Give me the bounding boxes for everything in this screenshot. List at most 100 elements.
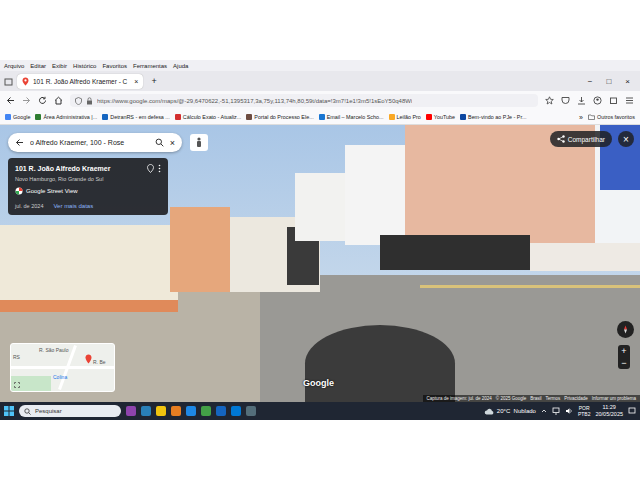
taskbar-app-icon[interactable] (156, 406, 166, 416)
zoom-controls: +− (618, 345, 630, 369)
menu-item[interactable]: Histórico (73, 63, 96, 69)
url-text[interactable]: https://www.google.com/maps/@-29,6470622… (97, 98, 412, 104)
lock-icon (86, 97, 93, 105)
taskbar-search[interactable]: Pesquisar (19, 405, 121, 417)
expand-icon (14, 382, 20, 388)
notifications-icon (628, 407, 636, 415)
pegman-button[interactable] (190, 134, 208, 151)
bookmark-label: Área Administrativa |... (43, 114, 97, 120)
weather[interactable]: 20°C Nublado (484, 408, 536, 415)
road-line (420, 285, 640, 288)
minimap-water (11, 376, 51, 391)
street-view[interactable]: o Alfredo Kraemer, 100 - Rose×101 R. Joã… (0, 125, 640, 402)
google-watermark: Google (303, 378, 334, 388)
bookmark-favicon-icon (389, 114, 395, 120)
bookmarks-bar: Google Área Administrativa |... DetranRS -… (0, 110, 640, 125)
search-clear-button[interactable]: × (170, 138, 175, 148)
bookmark-item[interactable]: Leilão Pro (389, 114, 421, 120)
bookmark-item[interactable]: DetranRS - em defesa ... (102, 114, 170, 120)
bookmark-item[interactable]: YouTube (426, 114, 455, 120)
minimap-label: Colina (53, 374, 67, 380)
footer-link[interactable]: Termos (545, 396, 560, 401)
bookmark-star-icon (545, 96, 554, 105)
bookmark-label: Portal do Processo Ele... (254, 114, 313, 120)
more-dates-link[interactable]: Ver mais datas (53, 203, 93, 209)
keyboard-language[interactable]: PORPTB2 (578, 405, 591, 417)
minimap[interactable]: R. São PauloColinaR. BeRS (10, 343, 115, 392)
window-control-button[interactable]: □ (606, 77, 611, 86)
tab-label: 101 R. João Alfredo Kraemer - C (33, 78, 127, 85)
zoom-button[interactable]: + (621, 345, 626, 357)
clock[interactable]: 11:2920/05/2025 (595, 404, 623, 418)
pegman-icon (195, 137, 203, 148)
search-box[interactable]: o Alfredo Kraemer, 100 - Rose × (8, 133, 182, 152)
taskbar-app-icon[interactable] (246, 406, 256, 416)
card-date-row: jul. de 2024 Ver mais datas (15, 203, 161, 209)
clock-time: 11:29 (603, 404, 616, 411)
tab-close-button[interactable]: × (134, 78, 138, 85)
card-date: jul. de 2024 (15, 203, 43, 209)
taskbar-app-icon[interactable] (216, 406, 226, 416)
taskbar-app-icon[interactable] (141, 406, 151, 416)
menu-item[interactable]: Editar (30, 63, 46, 69)
close-street-view-button[interactable]: × (618, 131, 634, 147)
building-right (345, 145, 405, 245)
menu-item[interactable]: Exibir (52, 63, 67, 69)
bookmark-favicon-icon (102, 114, 108, 120)
menu-item[interactable]: Ferramentas (133, 63, 167, 69)
taskbar-app-icon[interactable] (126, 406, 136, 416)
footer-link[interactable]: Informar um problema (592, 396, 636, 401)
bookmark-item[interactable]: Google (5, 114, 30, 120)
share-button[interactable]: Compartilhar (550, 131, 612, 147)
location-card: 101 R. João Alfredo KraemerNovo Hamburgo… (8, 158, 168, 215)
bookmark-favicon-icon (175, 114, 181, 120)
bookmarks-overflow-button[interactable]: » (579, 114, 583, 121)
footer-link: © 2025 Google (496, 396, 526, 401)
volume-icon (565, 407, 573, 415)
language-code: POR (579, 405, 590, 411)
minimap-pin-icon (85, 354, 92, 364)
bookmark-favicon-icon (426, 114, 432, 120)
menu-item[interactable]: Favoritos (102, 63, 127, 69)
tab-bar: 101 R. João Alfredo Kraemer - C × + − □ × (0, 71, 640, 91)
other-bookmarks[interactable]: Outros favoritos (588, 114, 635, 120)
map-footer: Captura de imagem: jul. de 2024© 2025 Go… (423, 395, 640, 402)
search-value[interactable]: o Alfredo Kraemer, 100 - Rose (30, 139, 149, 146)
bookmark-item[interactable]: Portal do Processo Ele... (246, 114, 313, 120)
fence (380, 235, 530, 270)
bookmark-item[interactable]: Área Administrativa |... (35, 114, 97, 120)
menu-item[interactable]: Ajuda (173, 63, 188, 69)
bookmark-label: Bem-vindo ao PJe - Pr... (468, 114, 526, 120)
footer-link: Brasil (530, 396, 541, 401)
bookmark-favicon-icon (319, 114, 325, 120)
bookmark-item[interactable]: Email – Marcelo Scho... (319, 114, 384, 120)
taskbar: Pesquisar 20°C Nublado PORPTB2 11:2920/05/2… (0, 402, 640, 420)
share-icon (557, 135, 565, 143)
reload-icon (38, 96, 47, 105)
taskbar-search-placeholder: Pesquisar (35, 408, 116, 414)
minimap-label: R. Be (93, 359, 106, 365)
footer-link[interactable]: Privacidade (564, 396, 588, 401)
menu-item[interactable]: Arquivo (4, 63, 24, 69)
bookmark-favicon-icon (35, 114, 41, 120)
window-control-button[interactable]: − (588, 77, 593, 86)
taskbar-app-icon[interactable] (231, 406, 241, 416)
extensions-icon (609, 96, 618, 105)
address-bar[interactable]: https://www.google.com/maps/@-29,6470622… (70, 94, 538, 107)
google-g-icon (15, 187, 23, 195)
bookmark-favicon-icon (5, 114, 11, 120)
window-control-button[interactable]: × (625, 77, 630, 86)
bookmark-item[interactable]: Cálculo Exato - Atualiz... (175, 114, 241, 120)
clock-date: 20/05/2025 (595, 411, 623, 418)
bottom-margin (0, 420, 640, 480)
taskbar-app-icon[interactable] (171, 406, 181, 416)
taskbar-app-icon[interactable] (201, 406, 211, 416)
compass[interactable] (617, 321, 634, 338)
zoom-button[interactable]: − (621, 357, 626, 369)
bookmark-label: Cálculo Exato - Atualiz... (183, 114, 241, 120)
taskbar-app-icon[interactable] (186, 406, 196, 416)
bookmark-label: YouTube (434, 114, 455, 120)
bookmark-item[interactable]: Bem-vindo ao PJe - Pr... (460, 114, 526, 120)
new-tab-button[interactable]: + (147, 76, 160, 86)
browser-tab[interactable]: 101 R. João Alfredo Kraemer - C × (17, 74, 143, 89)
